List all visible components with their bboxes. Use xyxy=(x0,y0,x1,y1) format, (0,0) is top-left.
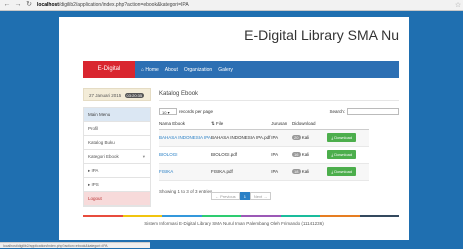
download-button-label: Download xyxy=(334,135,353,140)
color-strip-segment xyxy=(320,215,360,217)
pagination-previous[interactable]: ← Previous xyxy=(211,192,240,200)
color-strip xyxy=(83,215,399,217)
download-button-label: Download xyxy=(334,152,353,157)
records-per-page-select[interactable]: 10 ▾ xyxy=(159,107,177,115)
url-path: /digilib2/application/index.php?action=e… xyxy=(58,2,189,8)
sidebar-item-ipa[interactable]: ▸ IPA xyxy=(84,164,150,178)
search-input[interactable] xyxy=(347,107,399,115)
nav-organization[interactable]: Organization xyxy=(184,67,212,73)
nav-about[interactable]: About xyxy=(165,67,178,73)
column-header-didownload[interactable]: Didownload xyxy=(292,119,328,130)
home-icon: ⌂ xyxy=(141,66,145,73)
color-strip-segment xyxy=(280,215,320,217)
color-strip-segment xyxy=(201,215,241,217)
web-page: E-Digital Library SMA Nu E-Digital Libra… xyxy=(59,17,409,240)
nav-home-label: Home xyxy=(145,66,159,73)
download-count: 18 Kali xyxy=(292,163,328,181)
download-count: 20 Kali xyxy=(292,129,328,147)
chevron-down-icon: ▾ xyxy=(142,154,145,159)
pagination: ← Previous 1 Next → xyxy=(211,192,272,200)
table-info: Showing 1 to 3 of 3 entries xyxy=(159,188,213,194)
ebook-jurusan: IPA xyxy=(271,163,293,181)
pagination-page[interactable]: 1 xyxy=(239,192,250,200)
color-strip-segment xyxy=(241,215,281,217)
download-count-badge: 18 xyxy=(292,169,301,174)
reload-icon[interactable]: ↻ xyxy=(25,1,33,9)
pagination-next[interactable]: Next → xyxy=(249,192,272,200)
page-title: Katalog Ebook xyxy=(159,88,399,101)
sidebar-menu: Main Menu Profil Katalog Buku Kategori E… xyxy=(83,107,151,207)
table-row: BIOLOGI BIOLOGI.pdf IPA 16 Kali ⤓ Downlo… xyxy=(159,146,369,164)
color-strip-segment xyxy=(359,215,399,217)
download-count-unit: Kali xyxy=(301,135,310,140)
ebook-file: BIOLOGI.pdf xyxy=(210,146,272,164)
color-strip-segment xyxy=(122,215,162,217)
color-strip-segment xyxy=(83,215,123,217)
download-cell: ⤓ Download xyxy=(327,146,369,164)
table-row: FISIKA FISIKA.pdf IPA 18 Kali ⤓ Download xyxy=(159,163,369,181)
search-label: Search: xyxy=(329,108,345,114)
ebook-file: FISIKA.pdf xyxy=(210,163,272,181)
sidebar-item-ips[interactable]: ▸ IPS xyxy=(84,178,150,192)
column-header-file[interactable]: ⇅ File xyxy=(210,119,272,130)
sidebar-heading: Main Menu xyxy=(84,108,150,122)
download-count-badge: 16 xyxy=(292,152,301,157)
current-date: 27 Januari 2015 xyxy=(89,93,122,98)
download-count-unit: Kali xyxy=(301,169,310,174)
download-button-label: Download xyxy=(334,169,353,174)
footer-text: Sistem Informasi E-Digital Library SMA N… xyxy=(144,221,324,226)
browser-status-bar: localhost/digilib2/application/index.php… xyxy=(0,242,150,248)
download-icon: ⤓ xyxy=(331,135,334,140)
column-header-jurusan[interactable]: Jurusan xyxy=(271,119,293,130)
download-cell: ⤓ Download xyxy=(327,129,369,147)
download-icon: ⤓ xyxy=(331,169,334,174)
nav-galery[interactable]: Galery xyxy=(218,67,233,73)
download-count-badge: 20 xyxy=(292,135,301,140)
table-row: BAHASA INDONESIA IPA BAHASA INDONESIA IP… xyxy=(159,129,369,147)
bookmark-star-icon[interactable]: ☆ xyxy=(453,1,463,9)
download-icon: ⤓ xyxy=(331,152,334,157)
ebook-jurusan: IPA xyxy=(271,129,293,147)
ebook-name-link[interactable]: FISIKA xyxy=(159,163,211,181)
back-icon[interactable]: ← xyxy=(3,1,11,9)
sidebar: 27 Januari 2015 03:20:35 Main Menu Profi… xyxy=(83,88,151,207)
table-controls: 10 ▾ records per page Search: xyxy=(159,106,399,116)
column-header-file-label: File xyxy=(216,120,224,126)
main-content: Katalog Ebook 10 ▾ records per page Sear… xyxy=(159,88,399,194)
records-per-page-value: 10 xyxy=(162,109,167,115)
records-per-page-label: records per page xyxy=(179,108,214,114)
nav-home[interactable]: ⌂ Home xyxy=(141,67,159,73)
ebook-name-link[interactable]: BAHASA INDONESIA IPA xyxy=(159,129,211,147)
search-group: Search: xyxy=(329,107,399,115)
table-header-row: Nama Ebook ⇅ File Jurusan Didownload xyxy=(159,119,369,130)
download-button[interactable]: ⤓ Download xyxy=(327,150,357,159)
column-header-nama-ebook[interactable]: Nama Ebook xyxy=(159,119,211,130)
color-strip-segment xyxy=(162,215,202,217)
current-time-badge: 03:20:35 xyxy=(124,93,145,98)
date-box: 27 Januari 2015 03:20:35 xyxy=(83,88,151,101)
download-count: 16 Kali xyxy=(292,146,328,164)
column-header-action xyxy=(327,119,369,130)
browser-toolbar: ← → ↻ localhost/digilib2/application/ind… xyxy=(0,0,463,11)
download-button[interactable]: ⤓ Download xyxy=(327,167,357,176)
download-cell: ⤓ Download xyxy=(327,163,369,181)
main-navbar: E-Digital Library ⌂ Home About Organizat… xyxy=(83,61,399,89)
sidebar-item-label: Kategori Ebook xyxy=(88,154,119,159)
forward-icon[interactable]: → xyxy=(14,1,22,9)
download-count-unit: Kali xyxy=(301,152,310,157)
ebook-table: Nama Ebook ⇅ File Jurusan Didownload BAH… xyxy=(159,119,369,181)
ebook-name-link[interactable]: BIOLOGI xyxy=(159,146,211,164)
sidebar-item-logout[interactable]: Logout xyxy=(84,192,150,206)
address-bar[interactable]: localhost/digilib2/application/index.php… xyxy=(37,1,453,9)
sidebar-item-katalog-buku[interactable]: Katalog Buku xyxy=(84,136,150,150)
sidebar-item-profil[interactable]: Profil xyxy=(84,122,150,136)
sidebar-item-kategori-ebook[interactable]: Kategori Ebook ▾ xyxy=(84,150,150,164)
ebook-file: BAHASA INDONESIA IPA.pdf xyxy=(210,129,272,147)
download-button[interactable]: ⤓ Download xyxy=(327,133,357,142)
site-title: E-Digital Library SMA Nu xyxy=(244,27,399,43)
brand-link[interactable]: E-Digital Library xyxy=(83,61,135,89)
ebook-jurusan: IPA xyxy=(271,146,293,164)
url-host: localhost xyxy=(37,2,59,8)
